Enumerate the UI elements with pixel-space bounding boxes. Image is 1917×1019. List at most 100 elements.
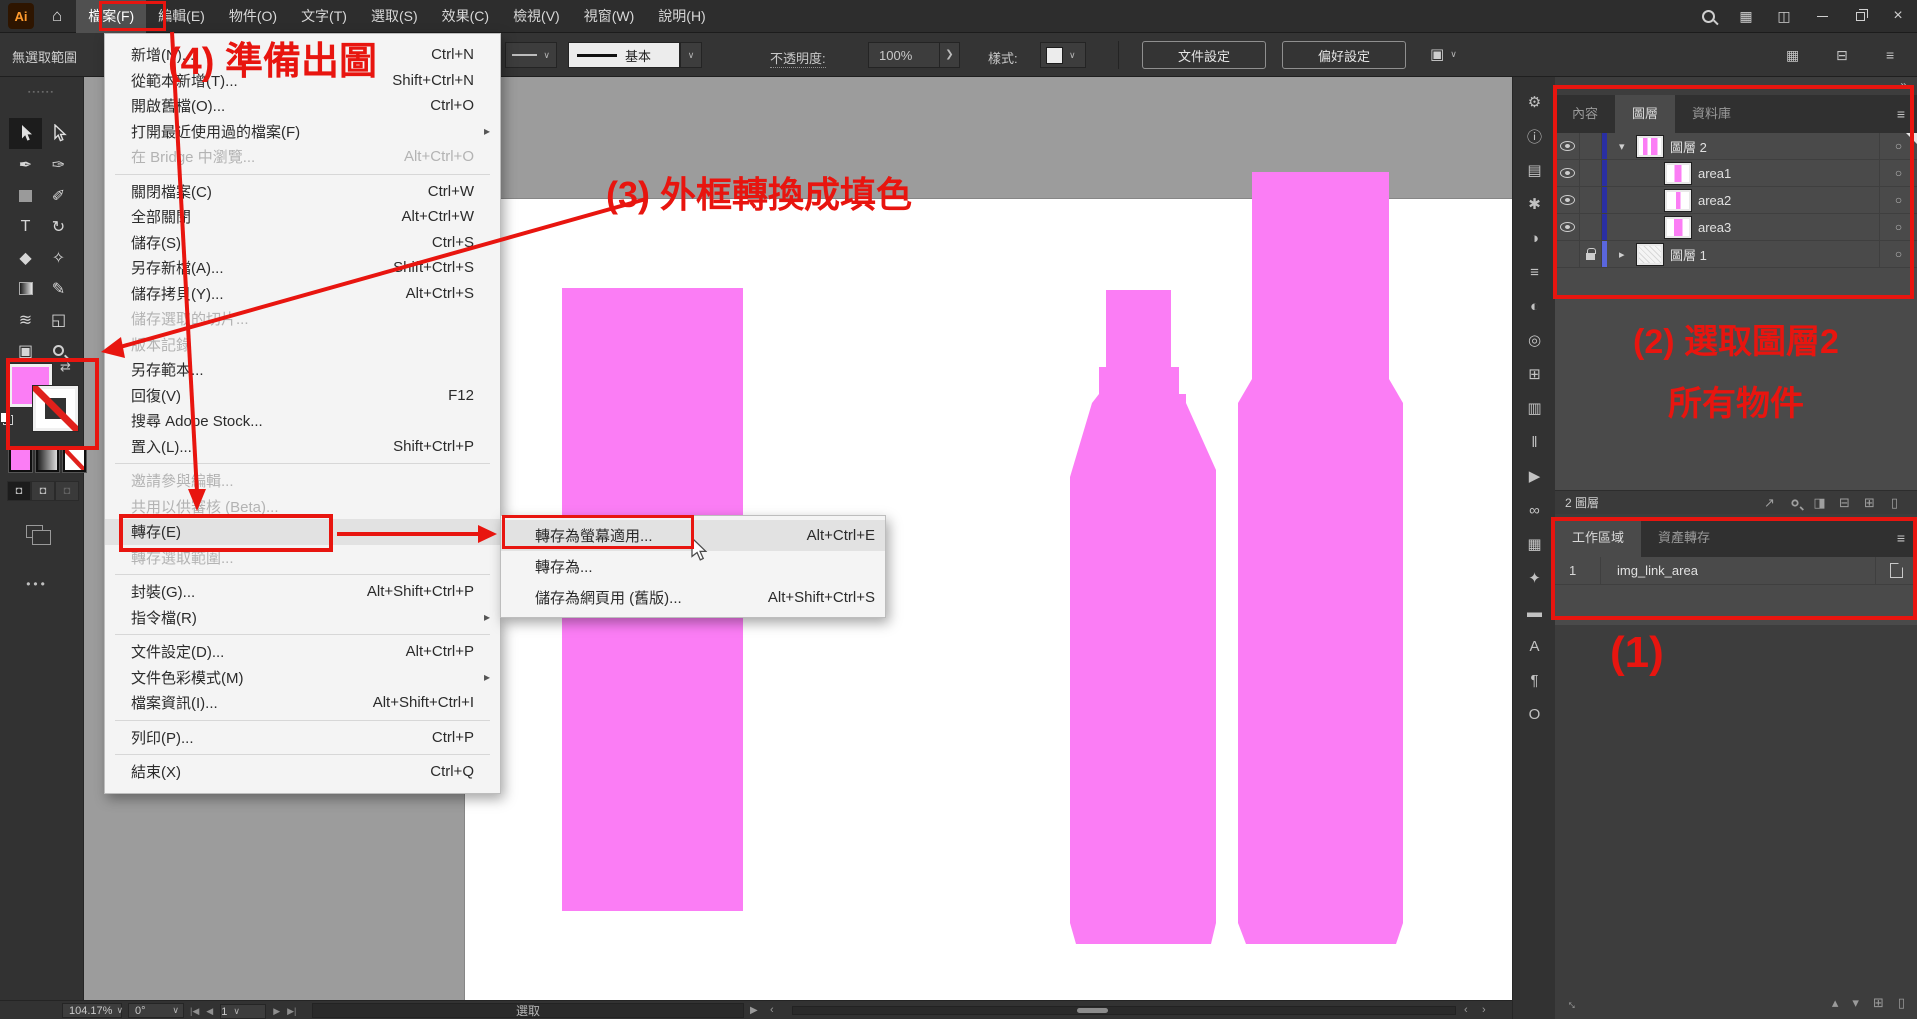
graphic-styles-panel-icon[interactable]: ▬	[1513, 595, 1556, 629]
export-submenu-item-2[interactable]: 轉存為...	[501, 551, 885, 582]
collect-for-export-icon[interactable]: ↗	[1757, 495, 1782, 511]
minimize-icon[interactable]	[1803, 0, 1841, 33]
horizontal-scrollbar[interactable]	[792, 1006, 1456, 1015]
layer-row-2[interactable]: area1○	[1555, 160, 1917, 187]
target-circle[interactable]: ○	[1879, 214, 1917, 240]
delete-selection-icon[interactable]: ▯	[1882, 495, 1907, 511]
none-mode-button[interactable]	[63, 448, 86, 472]
color-panel-icon[interactable]: ◐	[1513, 289, 1556, 323]
export-submenu-item-1[interactable]: 轉存為螢幕適用...Alt+Ctrl+E	[501, 520, 885, 551]
file-menu-item-25[interactable]: 檔案資訊(I)...Alt+Shift+Ctrl+I	[105, 690, 500, 716]
layers-tab-3[interactable]: 資料庫	[1675, 95, 1748, 133]
stroke-color-swatch[interactable]	[33, 386, 78, 431]
opentype-panel-icon[interactable]: O	[1513, 697, 1556, 731]
close-icon[interactable]: ×	[1879, 0, 1917, 33]
menu-effect[interactable]: 效果(C)	[430, 0, 501, 33]
menu-object[interactable]: 物件(O)	[217, 0, 289, 33]
resize-dock-icon[interactable]: ↔	[1564, 993, 1584, 1013]
swap-fill-stroke-icon[interactable]: ⇄	[60, 359, 71, 375]
color-mode-button[interactable]	[9, 448, 32, 472]
stroke-panel-icon[interactable]: ≡	[1513, 255, 1556, 289]
stroke-width-profile-dropdown[interactable]: ∨	[505, 42, 557, 68]
artboard-number-dropdown[interactable]: 1∨	[220, 1004, 266, 1019]
locate-object-icon[interactable]	[1782, 495, 1807, 511]
layers-tab-1[interactable]: 內容	[1555, 95, 1615, 133]
chevron-right-icon[interactable]: ❯	[939, 43, 959, 67]
pen-tool[interactable]: ✒	[9, 149, 42, 180]
select-similar-dropdown[interactable]: ▣∨	[1430, 45, 1457, 63]
rectangle-tool[interactable]	[9, 180, 42, 211]
delete-icon[interactable]: ▯	[1898, 995, 1905, 1011]
first-artboard-button[interactable]: |◀	[190, 1006, 199, 1017]
symbols-panel-icon[interactable]: ‖	[1513, 425, 1556, 459]
menu-edit[interactable]: 編輯(E)	[146, 0, 217, 33]
artboard-row-1[interactable]: 1img_link_area	[1555, 557, 1917, 585]
visibility-toggle[interactable]	[1555, 133, 1580, 159]
file-menu-item-6[interactable]: 關閉檔案(C)Ctrl+W	[105, 179, 500, 205]
file-menu-item-16[interactable]: 置入(L)...Shift+Ctrl+P	[105, 434, 500, 460]
direct-selection-tool[interactable]	[42, 118, 75, 149]
file-menu-item-10[interactable]: 儲存拷貝(Y)...Alt+Ctrl+S	[105, 281, 500, 307]
file-menu-item-23[interactable]: 文件設定(D)...Alt+Ctrl+P	[105, 639, 500, 665]
artboards-tab-2[interactable]: 資產轉存	[1641, 519, 1727, 557]
target-circle[interactable]: ○	[1879, 160, 1917, 186]
chevron-down-icon[interactable]: ▾	[1619, 140, 1630, 153]
export-submenu-item-3[interactable]: 儲存為網頁用 (舊版)...Alt+Shift+Ctrl+S	[501, 582, 885, 613]
attributes-panel-icon[interactable]: ◎	[1513, 323, 1556, 357]
file-menu-item-22[interactable]: 指令檔(R)▸	[105, 605, 500, 631]
opacity-label[interactable]: 不透明度:	[770, 48, 826, 68]
actions-panel-icon[interactable]: ▶	[1513, 459, 1556, 493]
menu-view[interactable]: 檢視(V)	[501, 0, 572, 33]
layers-menu-icon[interactable]: ≡	[1897, 95, 1917, 133]
file-menu-item-13[interactable]: 另存範本...	[105, 357, 500, 383]
gradient-tool[interactable]	[9, 273, 42, 304]
menu-help[interactable]: 說明(H)	[646, 0, 717, 33]
new-layer-icon[interactable]: ⊞	[1857, 495, 1882, 511]
menu-window[interactable]: 視窗(W)	[572, 0, 647, 33]
artboards-tab-1[interactable]: 工作區域	[1555, 519, 1641, 557]
previous-artboard-button[interactable]: ◀	[206, 1006, 213, 1017]
menu-select[interactable]: 選取(S)	[359, 0, 430, 33]
magic-wand-tool[interactable]: ✧	[42, 242, 75, 273]
new-item-icon[interactable]: ⊞	[1873, 995, 1884, 1011]
layer-row-1[interactable]: ▾圖層 2○	[1555, 133, 1917, 160]
file-menu-item-26[interactable]: 列印(P)...Ctrl+P	[105, 725, 500, 751]
make-clipping-mask-icon[interactable]: ◨	[1807, 495, 1832, 511]
character-panel-icon[interactable]: A	[1513, 629, 1556, 663]
zoom-level-dropdown[interactable]: 104.17%∨	[62, 1003, 122, 1018]
info-panel-icon[interactable]: ⓘ	[1513, 119, 1556, 153]
last-artboard-button[interactable]: ▶|	[287, 1006, 296, 1017]
workspace-switcher-icon[interactable]: ▦	[1727, 0, 1765, 33]
rotation-dropdown[interactable]: 0°∨	[128, 1003, 184, 1018]
links-panel-icon[interactable]: ∞	[1513, 493, 1556, 527]
file-menu-item-14[interactable]: 回復(V)F12	[105, 383, 500, 409]
menu-type[interactable]: 文字(T)	[289, 0, 359, 33]
scroll-up-icon[interactable]: ▴	[1832, 995, 1839, 1011]
type-tool[interactable]: T	[9, 211, 42, 242]
file-menu-item-2[interactable]: 從範本新增(T)...Shift+Ctrl+N	[105, 68, 500, 94]
lock-toggle[interactable]	[1580, 241, 1602, 267]
arrange-documents-icon[interactable]: ◫	[1765, 0, 1803, 33]
properties-panel-icon[interactable]: ⚙	[1513, 85, 1556, 119]
brush-definition-dropdown[interactable]: 基本	[568, 42, 680, 68]
brushes-panel-icon[interactable]: ▥	[1513, 391, 1556, 425]
chevron-right-icon[interactable]: ▸	[1619, 248, 1630, 261]
target-circle[interactable]: ○	[1879, 187, 1917, 213]
shape-builder-tool[interactable]: ◱	[42, 304, 75, 335]
gradient-panel-icon[interactable]: ◑	[1513, 221, 1556, 255]
paintbrush-tool[interactable]: ✐	[42, 180, 75, 211]
appearance-panel-icon[interactable]: ✦	[1513, 561, 1556, 595]
file-menu-item-19[interactable]: 轉存(E)▸	[105, 519, 500, 545]
brush-definition-chevron[interactable]: ∨	[680, 42, 702, 68]
draw-normal-button[interactable]: ◘	[7, 481, 31, 501]
preferences-button[interactable]: 偏好設定	[1282, 41, 1406, 69]
file-menu-item-24[interactable]: 文件色彩模式(M)▸	[105, 665, 500, 691]
draw-inside-button[interactable]: ◘	[55, 481, 79, 501]
artboards-panel-icon[interactable]: ▤	[1513, 153, 1556, 187]
scroll-left-icon[interactable]: ‹	[770, 1004, 774, 1016]
artboard-name[interactable]: img_link_area	[1601, 563, 1875, 578]
width-tool[interactable]: ≋	[9, 304, 42, 335]
file-menu-item-21[interactable]: 封裝(G)...Alt+Shift+Ctrl+P	[105, 579, 500, 605]
toolbar-grip[interactable]: ▪▪▪▪▪▪	[0, 89, 83, 96]
opacity-value[interactable]: 100%	[869, 48, 939, 63]
